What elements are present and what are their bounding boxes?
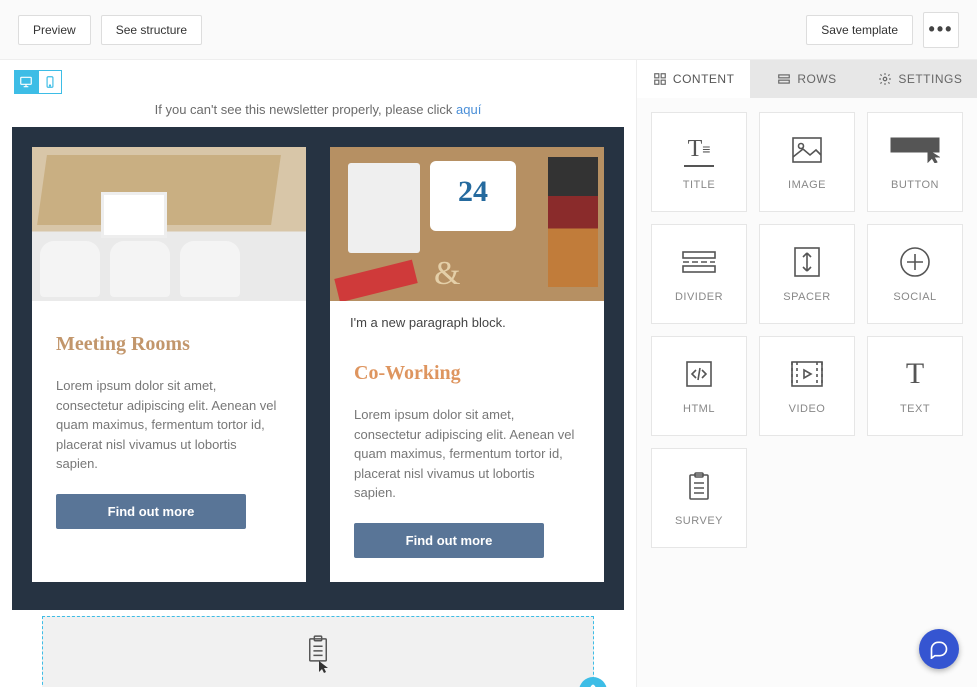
desktop-icon [19,75,33,89]
tab-rows[interactable]: ROWS [750,60,863,98]
grid-icon [653,72,667,86]
email-wrapper: Meeting Rooms Lorem ipsum dolor sit amet… [12,127,624,610]
tile-label: HTML [683,403,715,415]
save-template-button[interactable]: Save template [806,15,913,45]
tile-button[interactable]: BUTTON [867,112,963,212]
find-out-more-button[interactable]: Find out more [56,494,246,529]
title-icon: T≡ [684,133,715,167]
card-image[interactable]: & [330,147,604,301]
image-icon [792,133,822,167]
tile-label: IMAGE [788,179,826,191]
tab-settings[interactable]: SETTINGS [864,60,977,98]
move-handle[interactable] [579,677,607,687]
card-title[interactable]: Co-Working [354,362,580,385]
tile-label: TEXT [900,403,930,415]
move-icon [585,683,601,687]
chat-icon [929,639,949,659]
device-toggle [14,70,636,94]
tile-label: BUTTON [891,179,939,191]
tile-divider[interactable]: DIVIDER [651,224,747,324]
divider-icon [682,245,716,279]
main: If you can't see this newsletter properl… [0,60,977,687]
card-title[interactable]: Meeting Rooms [56,333,282,356]
text-icon: T [906,357,924,391]
tile-label: SPACER [783,291,830,303]
card-image[interactable] [32,147,306,301]
tile-title[interactable]: T≡ TITLE [651,112,747,212]
tile-html[interactable]: HTML [651,336,747,436]
content-tiles: T≡ TITLE IMAGE BUTTON DIVIDER SPACER [637,98,977,562]
canvas-scroll[interactable]: If you can't see this newsletter properl… [0,94,636,687]
view-online-text: If you can't see this newsletter properl… [12,94,624,127]
tile-social[interactable]: SOCIAL [867,224,963,324]
mobile-icon [43,75,57,89]
help-fab[interactable] [919,629,959,669]
card-paragraph[interactable]: I'm a new paragraph block. [330,301,604,330]
cursor-icon [318,660,330,679]
find-out-more-button[interactable]: Find out more [354,523,544,558]
tile-spacer[interactable]: SPACER [759,224,855,324]
view-online-prefix: If you can't see this newsletter properl… [155,102,456,117]
settings-icon [878,72,892,86]
spacer-icon [794,245,820,279]
more-icon: ••• [929,19,954,40]
button-icon [890,133,940,167]
see-structure-button[interactable]: See structure [101,15,202,45]
tile-label: VIDEO [789,403,826,415]
tile-video[interactable]: VIDEO [759,336,855,436]
preview-button[interactable]: Preview [18,15,91,45]
card-body: Meeting Rooms Lorem ipsum dolor sit amet… [32,301,306,494]
tile-text[interactable]: T TEXT [867,336,963,436]
content-card[interactable]: & I'm a new paragraph block. Co-Working … [330,147,604,582]
tile-survey[interactable]: SURVEY [651,448,747,548]
topbar: Preview See structure Save template ••• [0,0,977,60]
rows-icon [777,72,791,86]
tile-label: TITLE [683,179,715,191]
canvas-area: If you can't see this newsletter properl… [0,60,637,687]
card-text[interactable]: Lorem ipsum dolor sit amet, consectetur … [56,376,282,474]
tile-image[interactable]: IMAGE [759,112,855,212]
tab-label: CONTENT [673,72,735,86]
more-menu-button[interactable]: ••• [923,12,959,48]
video-icon [791,357,823,391]
content-card[interactable]: Meeting Rooms Lorem ipsum dolor sit amet… [32,147,306,582]
social-icon [900,245,930,279]
html-icon [686,357,712,391]
card-text[interactable]: Lorem ipsum dolor sit amet, consectetur … [354,405,580,503]
device-mobile-button[interactable] [38,70,62,94]
survey-icon [688,469,710,503]
device-desktop-button[interactable] [14,70,38,94]
tile-label: DIVIDER [675,291,723,303]
survey-drop-zone[interactable]: Include one of your surveys in your emai… [42,616,594,687]
right-panel: CONTENT ROWS SETTINGS T≡ TITLE IMAGE [637,60,977,687]
tab-content[interactable]: CONTENT [637,60,750,98]
topbar-left: Preview See structure [18,15,202,45]
view-online-link[interactable]: aquí [456,102,481,117]
tile-label: SOCIAL [893,291,936,303]
tab-label: SETTINGS [898,72,962,86]
panel-tabs: CONTENT ROWS SETTINGS [637,60,977,98]
tile-label: SURVEY [675,515,723,527]
tab-label: ROWS [797,72,836,86]
topbar-right: Save template ••• [806,12,959,48]
card-body: Co-Working Lorem ipsum dolor sit amet, c… [330,330,604,523]
